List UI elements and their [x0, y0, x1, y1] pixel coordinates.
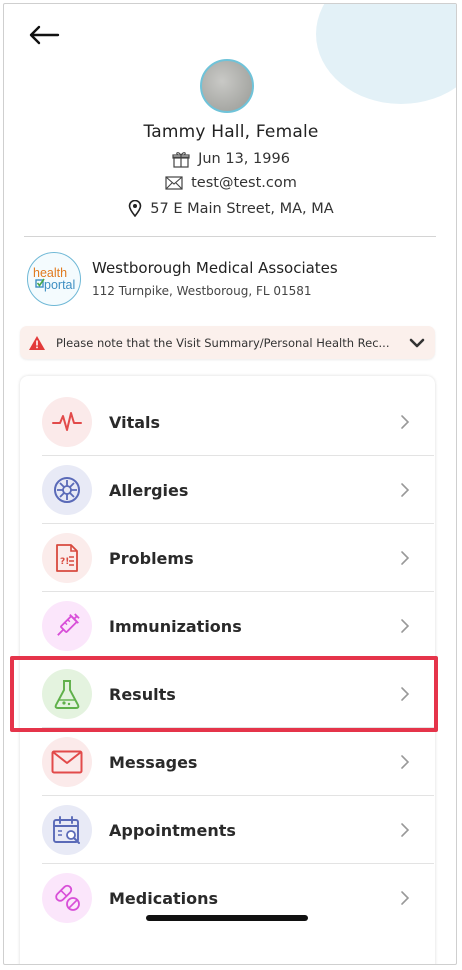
- chevron-right-icon: [401, 755, 410, 769]
- chevron-right-icon: [401, 823, 410, 837]
- chevron-right-icon: [401, 891, 410, 905]
- calendar-search-icon: [42, 805, 92, 855]
- notice-banner[interactable]: Please note that the Visit Summary/Perso…: [20, 326, 435, 359]
- problem-document-icon: ?!: [42, 533, 92, 583]
- heartbeat-icon: [42, 397, 92, 447]
- menu-label-allergies: Allergies: [109, 480, 189, 500]
- svg-text:portal: portal: [44, 278, 75, 292]
- syringe-icon: [42, 601, 92, 651]
- envelope-icon: [42, 737, 92, 787]
- patient-name: Tammy Hall, Female: [143, 122, 319, 142]
- home-indicator: [146, 915, 308, 921]
- back-button[interactable]: [26, 20, 62, 50]
- chevron-right-icon: [401, 551, 410, 565]
- chevron-right-icon: [401, 415, 410, 429]
- flask-icon: [42, 669, 92, 719]
- chevron-right-icon: [401, 687, 410, 701]
- menu-label-problems: Problems: [109, 548, 194, 568]
- warning-icon: [29, 335, 45, 350]
- menu-label-medications: Medications: [109, 888, 219, 908]
- address-text: 57 E Main Street, MA, MA: [150, 200, 334, 217]
- app-screen: Tammy Hall, Female Jun 13, 1996 test@tes…: [3, 3, 457, 965]
- menu-item-medications[interactable]: Medications: [42, 864, 434, 932]
- menu-item-vitals[interactable]: Vitals: [42, 388, 434, 456]
- pills-icon: [42, 873, 92, 923]
- menu-label-results: Results: [109, 684, 176, 704]
- menu-label-appointments: Appointments: [109, 820, 236, 840]
- practice-name: Westborough Medical Associates: [92, 259, 338, 277]
- decorative-blob: [316, 4, 456, 104]
- menu-label-vitals: Vitals: [109, 412, 161, 432]
- menu-item-allergies[interactable]: Allergies: [42, 456, 434, 524]
- avatar: [200, 59, 254, 113]
- location-pin-icon: [128, 200, 142, 217]
- practice-address: 112 Turnpike, Westboroug, FL 01581: [92, 284, 312, 298]
- gift-icon: [172, 152, 190, 168]
- svg-text:?!: ?!: [60, 557, 69, 567]
- chevron-right-icon: [401, 619, 410, 633]
- menu-item-immunizations[interactable]: Immunizations: [42, 592, 434, 660]
- menu-item-problems[interactable]: ?! Problems: [42, 524, 434, 592]
- menu-item-messages[interactable]: Messages: [42, 728, 434, 796]
- practice-logo: health portal: [27, 252, 81, 306]
- notice-text: Please note that the Visit Summary/Perso…: [56, 335, 390, 350]
- menu-item-results[interactable]: Results: [42, 660, 434, 728]
- arrow-left-icon: [29, 25, 60, 45]
- divider: [24, 236, 436, 237]
- chevron-right-icon: [401, 483, 410, 497]
- email-row: test@test.com: [4, 175, 456, 191]
- dob-text: Jun 13, 1996: [198, 151, 290, 167]
- email-text: test@test.com: [191, 175, 297, 191]
- address-row: 57 E Main Street, MA, MA: [4, 200, 456, 217]
- menu-label-messages: Messages: [109, 752, 198, 772]
- dob-row: Jun 13, 1996: [4, 150, 456, 168]
- menu-item-appointments[interactable]: Appointments: [42, 796, 434, 864]
- mail-icon: [165, 176, 183, 190]
- chevron-down-icon: [409, 338, 425, 347]
- menu-label-immunizations: Immunizations: [109, 616, 242, 636]
- allergen-icon: [42, 465, 92, 515]
